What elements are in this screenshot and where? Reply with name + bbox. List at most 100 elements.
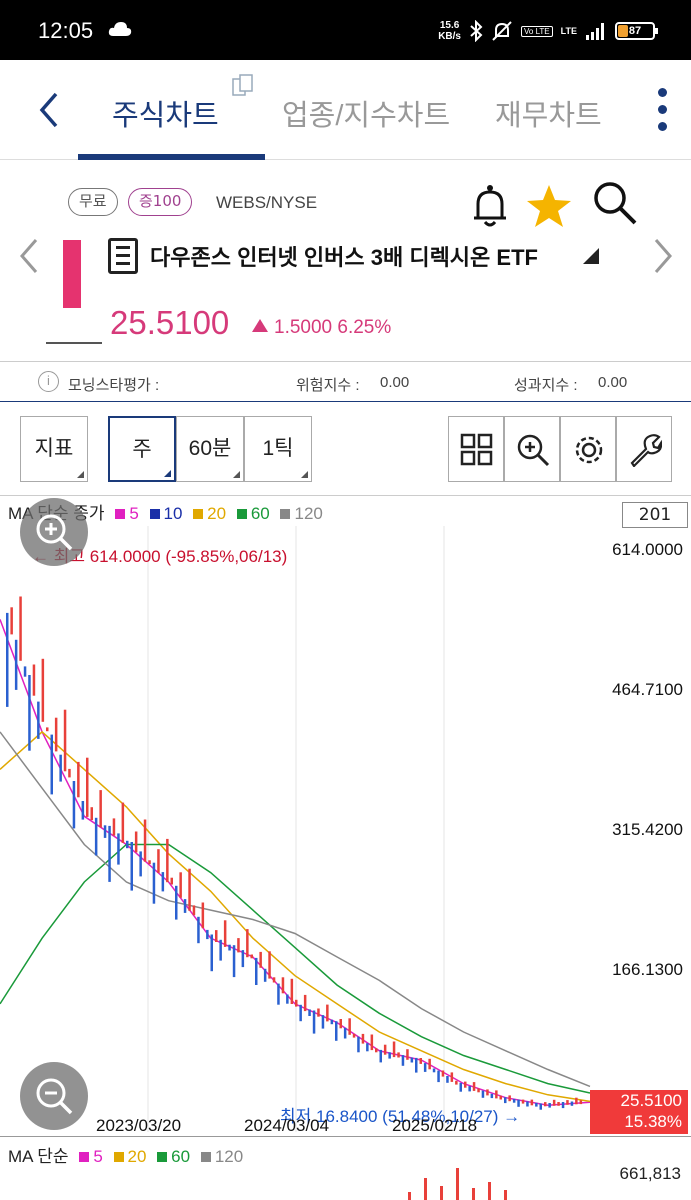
candle-bar — [90, 807, 93, 821]
candle-count-box[interactable]: 201 — [622, 502, 688, 528]
more-menu-button[interactable] — [652, 84, 672, 136]
candle-bar — [139, 851, 142, 877]
tab-financial-chart[interactable]: 재무차트 — [495, 92, 602, 134]
network-speed: 15.6 KB/s — [438, 20, 461, 42]
zoom-button[interactable] — [504, 416, 560, 482]
candle-bar — [544, 1102, 547, 1107]
candle-bar — [575, 1097, 578, 1105]
candle-bar — [557, 1102, 560, 1106]
candle-bar — [290, 978, 294, 1004]
signal-icon — [586, 23, 604, 40]
x-tick-label: 2024/03/04 — [244, 1116, 330, 1135]
price-chart[interactable]: MA 단순 종가 5 10 20 60 120 201 614.0000 464… — [0, 496, 691, 1200]
candle-bar — [299, 1004, 302, 1022]
document-icon[interactable] — [108, 238, 138, 274]
candle-bar — [63, 709, 67, 772]
period-tick-button[interactable]: 1틱 — [244, 416, 312, 482]
candle-bar — [321, 1015, 325, 1029]
morningstar-label: 모닝스타평가 : — [68, 377, 160, 394]
ma5-label: 5 — [129, 504, 139, 523]
candle-bar — [455, 1080, 458, 1085]
price-baseline — [46, 342, 102, 344]
candle-bar — [464, 1081, 467, 1088]
zoom-in-button[interactable] — [20, 498, 88, 566]
info-icon[interactable]: i — [38, 371, 59, 392]
candle-bar — [232, 945, 236, 978]
candle-bar — [330, 1019, 334, 1025]
candle-bar — [343, 1027, 347, 1039]
candle-bar — [459, 1082, 462, 1092]
copy-icon[interactable] — [232, 74, 254, 98]
candle-bar — [259, 951, 262, 968]
candle-bar — [223, 920, 227, 947]
status-bar: 12:05 15.6 KB/s Vo LTE LTE 87 — [0, 0, 691, 60]
chart-divider — [0, 1136, 691, 1137]
candle-bar — [121, 802, 125, 843]
candle-bar — [192, 905, 196, 916]
price-change: 1.5000 6.25% — [252, 317, 391, 339]
candle-bar — [10, 607, 13, 635]
next-stock-arrow-icon[interactable] — [648, 238, 678, 274]
dropdown-triangle-icon[interactable] — [583, 248, 599, 264]
back-arrow-icon[interactable] — [30, 88, 70, 132]
candle-bar — [446, 1076, 449, 1083]
candle-bar — [477, 1088, 480, 1093]
search-icon[interactable] — [590, 178, 640, 228]
price-change-bar — [63, 240, 81, 308]
candle-bar — [170, 877, 173, 885]
volte-badge: Vo LTE — [521, 25, 553, 37]
candle-bar — [530, 1099, 534, 1106]
period-week-button[interactable]: 주 — [108, 416, 176, 482]
zoom-out-button[interactable] — [20, 1062, 88, 1130]
candle-bar — [210, 934, 213, 972]
candle-bar — [54, 717, 58, 752]
volume-bar — [424, 1178, 427, 1200]
candle-bar — [108, 825, 111, 882]
tab-stock-chart[interactable]: 주식차트 — [112, 92, 219, 134]
candle-bar — [419, 1058, 422, 1064]
favorite-star-icon[interactable] — [524, 182, 574, 230]
volume-bar — [408, 1192, 411, 1200]
period-60min-button[interactable]: 60분 — [176, 416, 244, 482]
candle-bar — [437, 1070, 440, 1083]
status-time: 12:05 — [38, 18, 94, 43]
candle-bar — [526, 1101, 529, 1107]
previous-stock-arrow-icon[interactable] — [14, 238, 44, 274]
candle-bar — [348, 1018, 351, 1035]
chart-canvas[interactable] — [0, 496, 691, 1200]
indicator-button[interactable]: 지표 — [20, 416, 88, 482]
candle-bar — [495, 1090, 498, 1099]
candle-bar — [379, 1049, 382, 1063]
candle-bar — [99, 790, 102, 828]
candle-bar — [481, 1090, 485, 1098]
candle-bar — [179, 872, 182, 898]
stock-name[interactable]: 다우존스 인터넷 인버스 3배 디렉시온 ETF — [150, 240, 538, 272]
ma10-label: 10 — [163, 504, 183, 523]
candle-bar — [539, 1103, 542, 1110]
candle-bar — [59, 754, 62, 782]
settings-button[interactable] — [560, 416, 616, 482]
grid-layout-button[interactable] — [448, 416, 504, 482]
y-tick-label: 464.7100 — [612, 680, 683, 699]
candle-bar — [81, 801, 85, 820]
candle-bar — [286, 994, 289, 1004]
candle-bar — [263, 968, 267, 982]
candle-bar — [117, 833, 120, 865]
candle-bar — [50, 734, 53, 795]
tools-button[interactable] — [616, 416, 672, 482]
candle-bar — [281, 977, 285, 994]
bell-icon[interactable] — [470, 182, 510, 230]
candle-bar — [268, 951, 271, 979]
candle-bar — [68, 768, 71, 778]
candle-bar — [37, 701, 40, 739]
series-line-ma-60 — [0, 843, 591, 1094]
candle-bar — [206, 929, 209, 940]
lte-label: LTE — [560, 26, 577, 36]
candle-bar — [352, 1033, 356, 1038]
candle-bar — [272, 977, 276, 983]
candle-bar — [197, 916, 200, 944]
zoom-in-icon — [517, 434, 550, 467]
mute-bell-icon — [492, 21, 512, 41]
margin-badge: 증100 — [128, 188, 193, 216]
tab-sector-index-chart[interactable]: 업종/지수차트 — [282, 92, 450, 134]
